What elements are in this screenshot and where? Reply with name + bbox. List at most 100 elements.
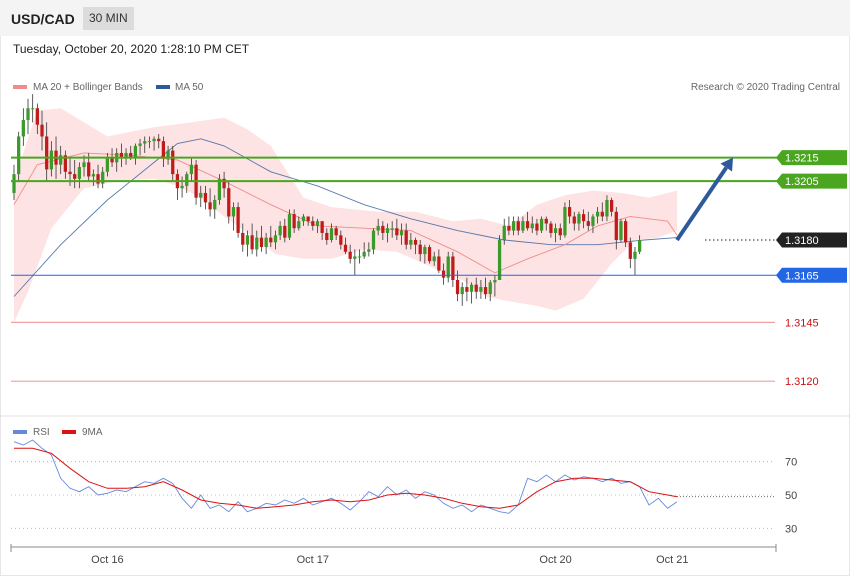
candle-body <box>189 164 194 175</box>
candle-body <box>488 282 492 295</box>
candle-body <box>297 221 301 229</box>
arrow-shaft <box>675 166 728 242</box>
candle-body <box>105 157 110 172</box>
candle-body <box>185 174 189 186</box>
candle-body <box>264 237 268 248</box>
candle-body <box>278 225 282 236</box>
candle-body <box>628 242 632 259</box>
level-label-support: 1.3145 <box>785 317 819 329</box>
candle-body <box>544 218 548 224</box>
candle <box>353 249 357 276</box>
x-tick-label: Oct 16 <box>91 554 123 566</box>
candle-body <box>311 221 315 226</box>
candle-body <box>432 256 436 262</box>
legend-ma20-swatch <box>13 85 27 89</box>
candle-body <box>283 225 287 238</box>
candle-body <box>362 251 366 257</box>
candle <box>236 202 240 238</box>
rsi-line <box>13 439 678 514</box>
legend-ma20: MA 20 + Bollinger Bands <box>33 82 143 93</box>
candle-body <box>245 235 250 245</box>
candle-body <box>404 230 408 245</box>
candle-body <box>87 162 91 177</box>
candle-body <box>581 214 586 222</box>
candle-body <box>241 232 245 245</box>
candle <box>563 202 567 238</box>
candle-body <box>577 214 581 224</box>
candle-body <box>558 228 562 236</box>
candle-body <box>133 145 138 158</box>
candle <box>539 216 544 233</box>
candle-body <box>511 221 516 231</box>
candle-body <box>638 240 642 252</box>
candle-body <box>35 108 39 125</box>
candle-body <box>600 211 604 217</box>
candle-body <box>40 124 44 137</box>
candle-body <box>535 223 539 231</box>
candle-body <box>231 207 236 217</box>
candle-body <box>381 225 385 233</box>
candle <box>451 251 455 288</box>
candle-body <box>21 120 25 137</box>
candle-body <box>586 221 590 226</box>
rsi-panel: 70 50 30 <box>11 439 797 535</box>
candle <box>619 218 623 243</box>
candle <box>357 249 362 264</box>
candle-body <box>152 138 156 142</box>
x-tick-label: Oct 20 <box>539 554 571 566</box>
level-label-resistance: 1.3205 <box>785 176 819 188</box>
price-levels: 1.3215 1.3205 1.3180 1.3165 1.3145 1.3120 <box>11 150 847 388</box>
candle-body <box>138 143 142 146</box>
candle-body <box>250 235 254 250</box>
candle-body <box>199 192 203 198</box>
legend-rsi: RSI 9MA <box>13 427 103 438</box>
candle-body <box>161 141 166 158</box>
level-label-support: 1.3120 <box>785 376 819 388</box>
candle-body <box>474 284 478 292</box>
candle-body <box>465 287 469 292</box>
candle-body <box>147 141 152 143</box>
candle-body <box>157 138 161 142</box>
candle-body <box>143 141 147 144</box>
candle <box>488 280 492 302</box>
candle-body <box>376 225 380 231</box>
candle-body <box>567 207 572 217</box>
candle <box>427 244 432 264</box>
candle-body <box>418 244 422 255</box>
candle-body <box>82 162 86 168</box>
candle-body <box>619 221 623 240</box>
candle-body <box>469 284 474 292</box>
candle <box>26 98 30 135</box>
x-axis: Oct 16 Oct 17 Oct 20 Oct 21 <box>10 544 777 566</box>
candle-body <box>395 228 399 236</box>
candle-body <box>507 225 511 231</box>
level-label-resistance: 1.3215 <box>785 153 819 165</box>
candle-body <box>446 256 450 278</box>
candle-body <box>521 221 525 231</box>
candle-body <box>259 237 264 248</box>
candle-body <box>31 108 35 110</box>
candle-body <box>623 221 628 243</box>
candle-body <box>609 200 614 212</box>
candle-body <box>409 240 413 245</box>
candle <box>17 131 21 182</box>
candle-body <box>549 223 553 233</box>
candle-body <box>563 207 567 236</box>
legend-rsi-swatch <box>13 430 27 434</box>
legend-rsi-label: RSI <box>33 427 50 438</box>
candle-body <box>77 167 81 179</box>
rsi-ma-line <box>14 447 678 509</box>
legend-rsi-ma-swatch <box>62 430 76 434</box>
candle-body <box>287 214 292 238</box>
candle-body <box>614 211 618 240</box>
x-tick-label: Oct 17 <box>297 554 329 566</box>
candle <box>371 228 376 255</box>
candle-body <box>45 136 49 170</box>
candle-body <box>227 188 231 217</box>
candle-body <box>273 235 278 243</box>
level-label-current: 1.3180 <box>785 235 819 247</box>
candle <box>633 247 637 276</box>
x-tick-label: Oct 21 <box>656 554 688 566</box>
target-arrow <box>675 157 734 242</box>
candle-body <box>530 223 534 229</box>
